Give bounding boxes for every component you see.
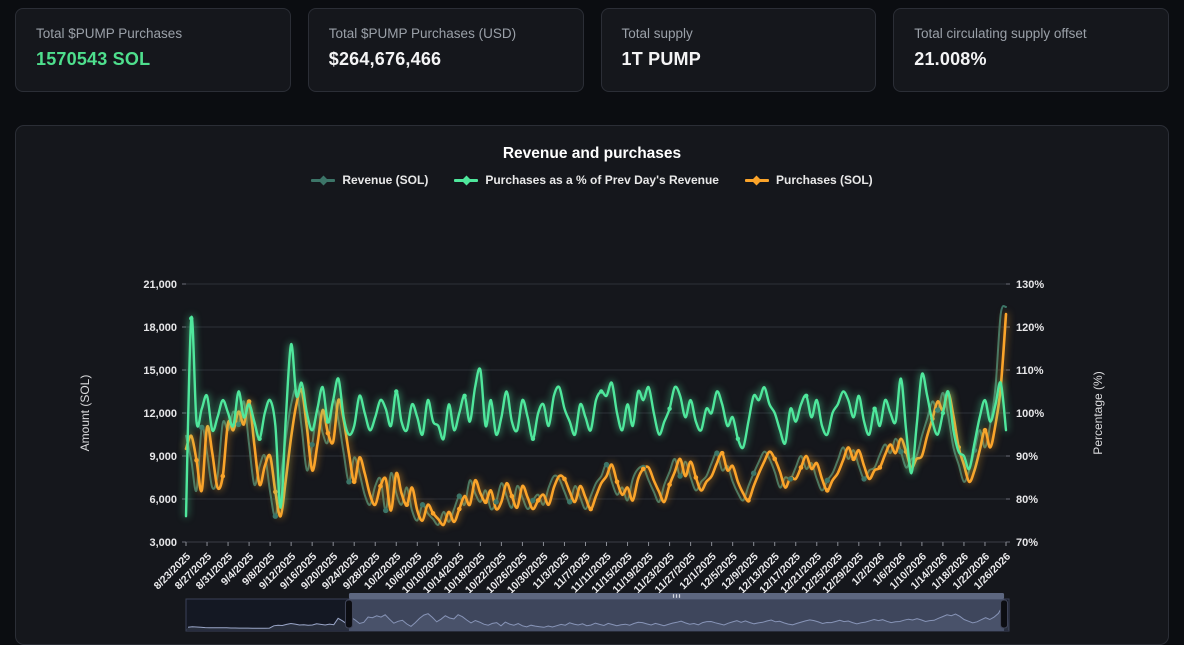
revenue-marker-dot: [420, 502, 425, 507]
navigator-right-handle[interactable]: [1001, 600, 1008, 628]
y-left-tick-label: 9,000: [149, 451, 177, 463]
revenue-marker-dot: [309, 442, 314, 447]
y-right-tick-label: 90%: [1016, 451, 1038, 463]
drag-grip-icon[interactable]: [673, 594, 674, 598]
revenue-marker-dot: [346, 479, 351, 484]
stat-card-total-circulating-supply-offset: Total circulating supply offset 21.008%: [893, 8, 1169, 92]
y-right-tick-label: 110%: [1016, 365, 1044, 377]
series-line-purchases-pct[interactable]: [186, 317, 1006, 516]
revenue-marker-dot: [530, 498, 535, 503]
purchases-marker-dot: [352, 480, 357, 485]
y-left-tick-label: 12,000: [143, 408, 177, 420]
stat-card-value: 1570543 SOL: [36, 49, 270, 70]
stat-card-value: 21.008%: [914, 49, 1148, 70]
drag-grip-icon[interactable]: [679, 594, 680, 598]
revenue-marker-dot: [457, 493, 462, 498]
revenue-marker-dot: [493, 499, 498, 504]
purchases-marker-dot: [720, 451, 725, 456]
revenue-marker-dot: [861, 476, 866, 481]
revenue-marker-dot: [825, 478, 830, 483]
purchases-marker-dot: [220, 474, 225, 479]
pct-marker-dot: [599, 389, 603, 393]
purchases-marker-dot: [694, 475, 699, 480]
stat-card-value: $264,676,466: [329, 49, 563, 70]
dashboard-page: { "cards": [ {"label": "Total $PUMP Purc…: [0, 0, 1184, 644]
pct-marker-dot: [189, 316, 193, 320]
revenue-marker-dot: [677, 473, 682, 478]
revenue-marker-dot: [714, 450, 719, 455]
purchases-marker-dot: [851, 457, 856, 462]
stat-card-total-pump-purchases-usd: Total $PUMP Purchases (USD) $264,676,466: [308, 8, 584, 92]
purchases-marker-dot: [772, 457, 777, 462]
purchases-marker-dot: [746, 498, 751, 503]
purchases-marker-dot: [878, 465, 883, 470]
purchases-marker-dot: [194, 458, 199, 463]
purchases-marker-dot: [799, 465, 804, 470]
chart-panel: Revenue and purchases Revenue (SOL)Purch…: [15, 125, 1169, 645]
y-right-tick-label: 130%: [1016, 279, 1044, 291]
purchases-marker-dot: [983, 428, 988, 433]
purchases-marker-dot: [536, 498, 541, 503]
pct-marker-dot: [736, 437, 740, 441]
pct-marker-dot: [804, 394, 808, 398]
purchases-marker-dot: [273, 490, 278, 495]
revenue-marker-dot: [236, 422, 241, 427]
y-left-axis-title: Amount (SOL): [78, 375, 92, 452]
revenue-marker-dot: [567, 499, 572, 504]
purchases-marker-dot: [404, 502, 409, 507]
navigator-selection[interactable]: [349, 599, 1004, 631]
y-left-tick-label: 3,000: [149, 537, 177, 549]
pct-marker-dot: [941, 411, 945, 415]
stat-card-value: 1T PUMP: [622, 49, 856, 70]
revenue-marker-dot: [604, 462, 609, 467]
purchases-marker-dot: [431, 511, 436, 516]
purchases-marker-dot: [825, 488, 830, 493]
navigator-left-handle[interactable]: [345, 600, 352, 628]
purchases-marker-dot: [615, 480, 620, 485]
purchases-marker-dot: [326, 431, 331, 436]
chart-canvas[interactable]: 3,000 6,000 9,000 12,000 15,000 18,000 21,000 7…: [16, 126, 1168, 643]
y-right-tick-label: 70%: [1016, 537, 1038, 549]
pct-marker-dot: [667, 407, 671, 411]
revenue-marker-dot: [935, 407, 940, 412]
pct-marker-dot: [326, 419, 330, 423]
purchases-marker-dot: [247, 399, 252, 404]
y-right-tick-label: 100%: [1016, 408, 1044, 420]
purchases-marker-dot: [562, 477, 567, 482]
pct-marker-dot: [872, 407, 876, 411]
purchases-marker-dot: [483, 500, 488, 505]
y-right-axis-title: Percentage (%): [1091, 371, 1105, 454]
y-left-tick-label: 18,000: [143, 322, 177, 334]
revenue-marker-dot: [273, 514, 278, 519]
purchases-marker-dot: [378, 484, 383, 489]
drag-grip-icon[interactable]: [676, 594, 677, 598]
purchases-marker-dot: [667, 482, 672, 487]
stat-card-total-supply: Total supply 1T PUMP: [601, 8, 877, 92]
pct-marker-dot: [394, 389, 398, 393]
stat-cards-row: Total $PUMP Purchases1570543 SOLTotal $P…: [15, 8, 1169, 92]
stat-card-label: Total $PUMP Purchases: [36, 26, 270, 41]
stat-card-total-pump-purchases: Total $PUMP Purchases 1570543 SOL: [15, 8, 291, 92]
pct-marker-dot: [462, 394, 466, 398]
stat-card-label: Total $PUMP Purchases (USD): [329, 26, 563, 41]
revenue-marker-dot: [383, 508, 388, 513]
pct-marker-dot: [257, 437, 261, 441]
y-right-tick-label: 120%: [1016, 322, 1044, 334]
y-left-tick-label: 6,000: [149, 494, 177, 506]
revenue-marker-dot: [898, 449, 903, 454]
purchases-marker-dot: [457, 507, 462, 512]
y-left-tick-label: 21,000: [143, 279, 177, 291]
purchases-marker-dot: [588, 507, 593, 512]
y-left-tick-label: 15,000: [143, 365, 177, 377]
revenue-marker-dot: [788, 476, 793, 481]
pct-marker-dot: [531, 437, 535, 441]
stat-card-label: Total circulating supply offset: [914, 26, 1148, 41]
revenue-marker-dot: [751, 471, 756, 476]
revenue-marker-dot: [199, 425, 204, 430]
stat-card-label: Total supply: [622, 26, 856, 41]
purchases-marker-dot: [641, 467, 646, 472]
y-right-tick-label: 80%: [1016, 494, 1038, 506]
purchases-marker-dot: [510, 494, 515, 499]
